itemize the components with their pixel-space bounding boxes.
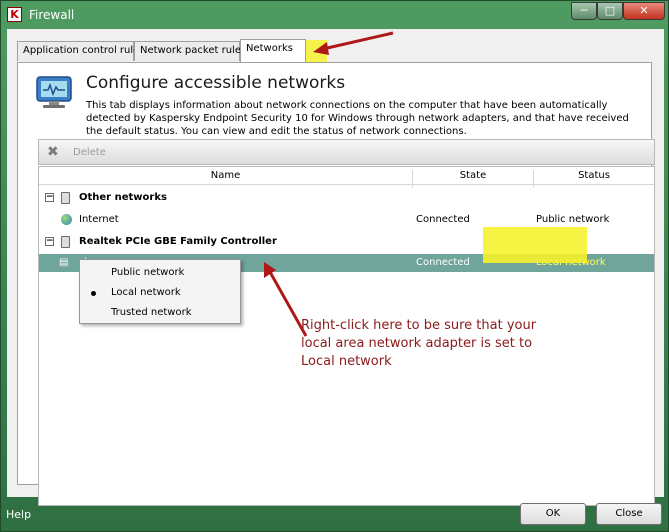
maximize-button[interactable]: □ — [597, 2, 623, 20]
group-row-other-networks[interactable]: − Other networks — [39, 187, 654, 209]
globe-icon — [61, 214, 72, 225]
menu-item-public-network[interactable]: Public network — [81, 263, 239, 283]
column-state[interactable]: State — [413, 170, 533, 181]
network-adapter-icon — [61, 192, 70, 204]
tab-application-control-rules[interactable]: Application control rules — [17, 41, 144, 61]
highlight-local-network-status — [483, 227, 587, 263]
close-button[interactable]: Close — [596, 503, 662, 525]
network-toolbar: ✖ Delete — [38, 139, 655, 165]
help-link[interactable]: Help — [6, 508, 31, 521]
menu-item-label: Public network — [111, 267, 185, 278]
row-state: Connected — [416, 214, 470, 225]
collapse-icon[interactable]: − — [45, 237, 54, 246]
tab-networks-label: Networks — [246, 43, 293, 54]
network-monitor-icon — [36, 76, 72, 108]
group-label: Realtek PCIe GBE Family Controller — [79, 236, 277, 247]
menu-item-trusted-network[interactable]: Trusted network — [81, 303, 239, 323]
menu-item-label: Local network — [111, 287, 181, 298]
title-bar[interactable]: K Firewall ─ □ ✕ — [1, 1, 668, 29]
firewall-window: K Firewall ─ □ ✕ Application control rul… — [0, 0, 669, 532]
dialog-footer: Help OK Close — [1, 497, 668, 531]
annotation-text: Right-click here to be sure that your lo… — [301, 318, 537, 369]
column-name[interactable]: Name — [39, 170, 412, 181]
delete-x-icon: ✖ — [47, 144, 59, 160]
group-label: Other networks — [79, 192, 167, 203]
menu-item-label: Trusted network — [111, 307, 192, 318]
menu-item-local-network[interactable]: Local network — [81, 283, 239, 303]
tab-network-packet-rules[interactable]: Network packet rules — [134, 41, 246, 61]
tab-networks[interactable]: Networks — [240, 39, 306, 63]
minimize-button[interactable]: ─ — [571, 2, 597, 20]
network-adapter-icon — [61, 236, 70, 248]
row-status: Public network — [536, 214, 610, 225]
lan-icon: ▤ — [59, 257, 69, 268]
row-state: Connected — [416, 257, 470, 268]
status-context-menu: Public network Local network Trusted net… — [79, 259, 241, 324]
column-status[interactable]: Status — [534, 170, 654, 181]
ok-button[interactable]: OK — [520, 503, 586, 525]
table-header: Name State Status — [39, 167, 654, 188]
row-name: Internet — [79, 214, 119, 225]
collapse-icon[interactable]: − — [45, 193, 54, 202]
page-description: This tab displays information about netw… — [86, 100, 629, 137]
window-title: Firewall — [29, 8, 75, 22]
delete-button[interactable]: Delete — [73, 147, 106, 158]
kaspersky-logo-icon: K — [7, 7, 22, 22]
close-window-button[interactable]: ✕ — [623, 2, 665, 20]
radio-checked-icon — [91, 291, 96, 296]
page-title: Configure accessible networks — [86, 73, 346, 93]
